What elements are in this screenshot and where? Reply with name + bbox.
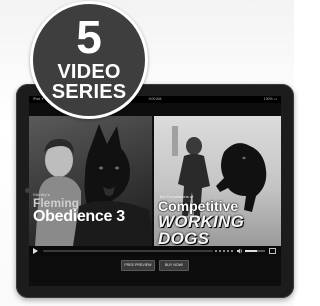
volume-icon[interactable]: [237, 248, 243, 254]
right-title-word1: Competitive: [158, 198, 239, 214]
video-player[interactable]: Shirley's Fleming Obedience 3 the Founda…: [29, 116, 281, 246]
progress-bar[interactable]: [43, 250, 213, 252]
play-icon[interactable]: [33, 248, 38, 254]
badge-line-2: SERIES: [51, 81, 127, 103]
tablet-device: iPad ✦ 9:00 AM 100% ▭ Shirley's Fleming …: [16, 84, 294, 298]
badge-number: 5: [76, 11, 102, 63]
video-cover-right: the Foundations of Competitive WORKING D…: [154, 116, 281, 246]
left-title-series: Obedience 3: [33, 208, 125, 225]
badge-line-1: VIDEO: [57, 61, 121, 83]
status-battery: 100% ▭: [263, 97, 277, 101]
trainer-and-dog-image: [35, 124, 154, 246]
playback-controls: [29, 246, 281, 256]
right-title-word2: WORKING DOGS: [158, 212, 245, 246]
right-video-title: the Foundations of Competitive WORKING D…: [158, 194, 278, 246]
volume-level: [245, 250, 257, 252]
volume-slider[interactable]: [245, 250, 265, 252]
free-preview-button[interactable]: FREE PREVIEW: [121, 260, 155, 271]
buy-now-button[interactable]: BUY NOW!: [159, 260, 189, 271]
video-series-badge: 5 VIDEO SERIES: [30, 1, 148, 119]
video-cover-left: Shirley's Fleming Obedience 3: [29, 116, 154, 246]
tablet-screen: iPad ✦ 9:00 AM 100% ▭ Shirley's Fleming …: [29, 96, 281, 286]
fullscreen-icon[interactable]: [269, 248, 276, 254]
left-video-title: Shirley's Fleming Obedience 3: [33, 192, 148, 225]
progress-indicator: [215, 250, 235, 252]
action-buttons: FREE PREVIEW BUY NOW!: [29, 260, 281, 274]
